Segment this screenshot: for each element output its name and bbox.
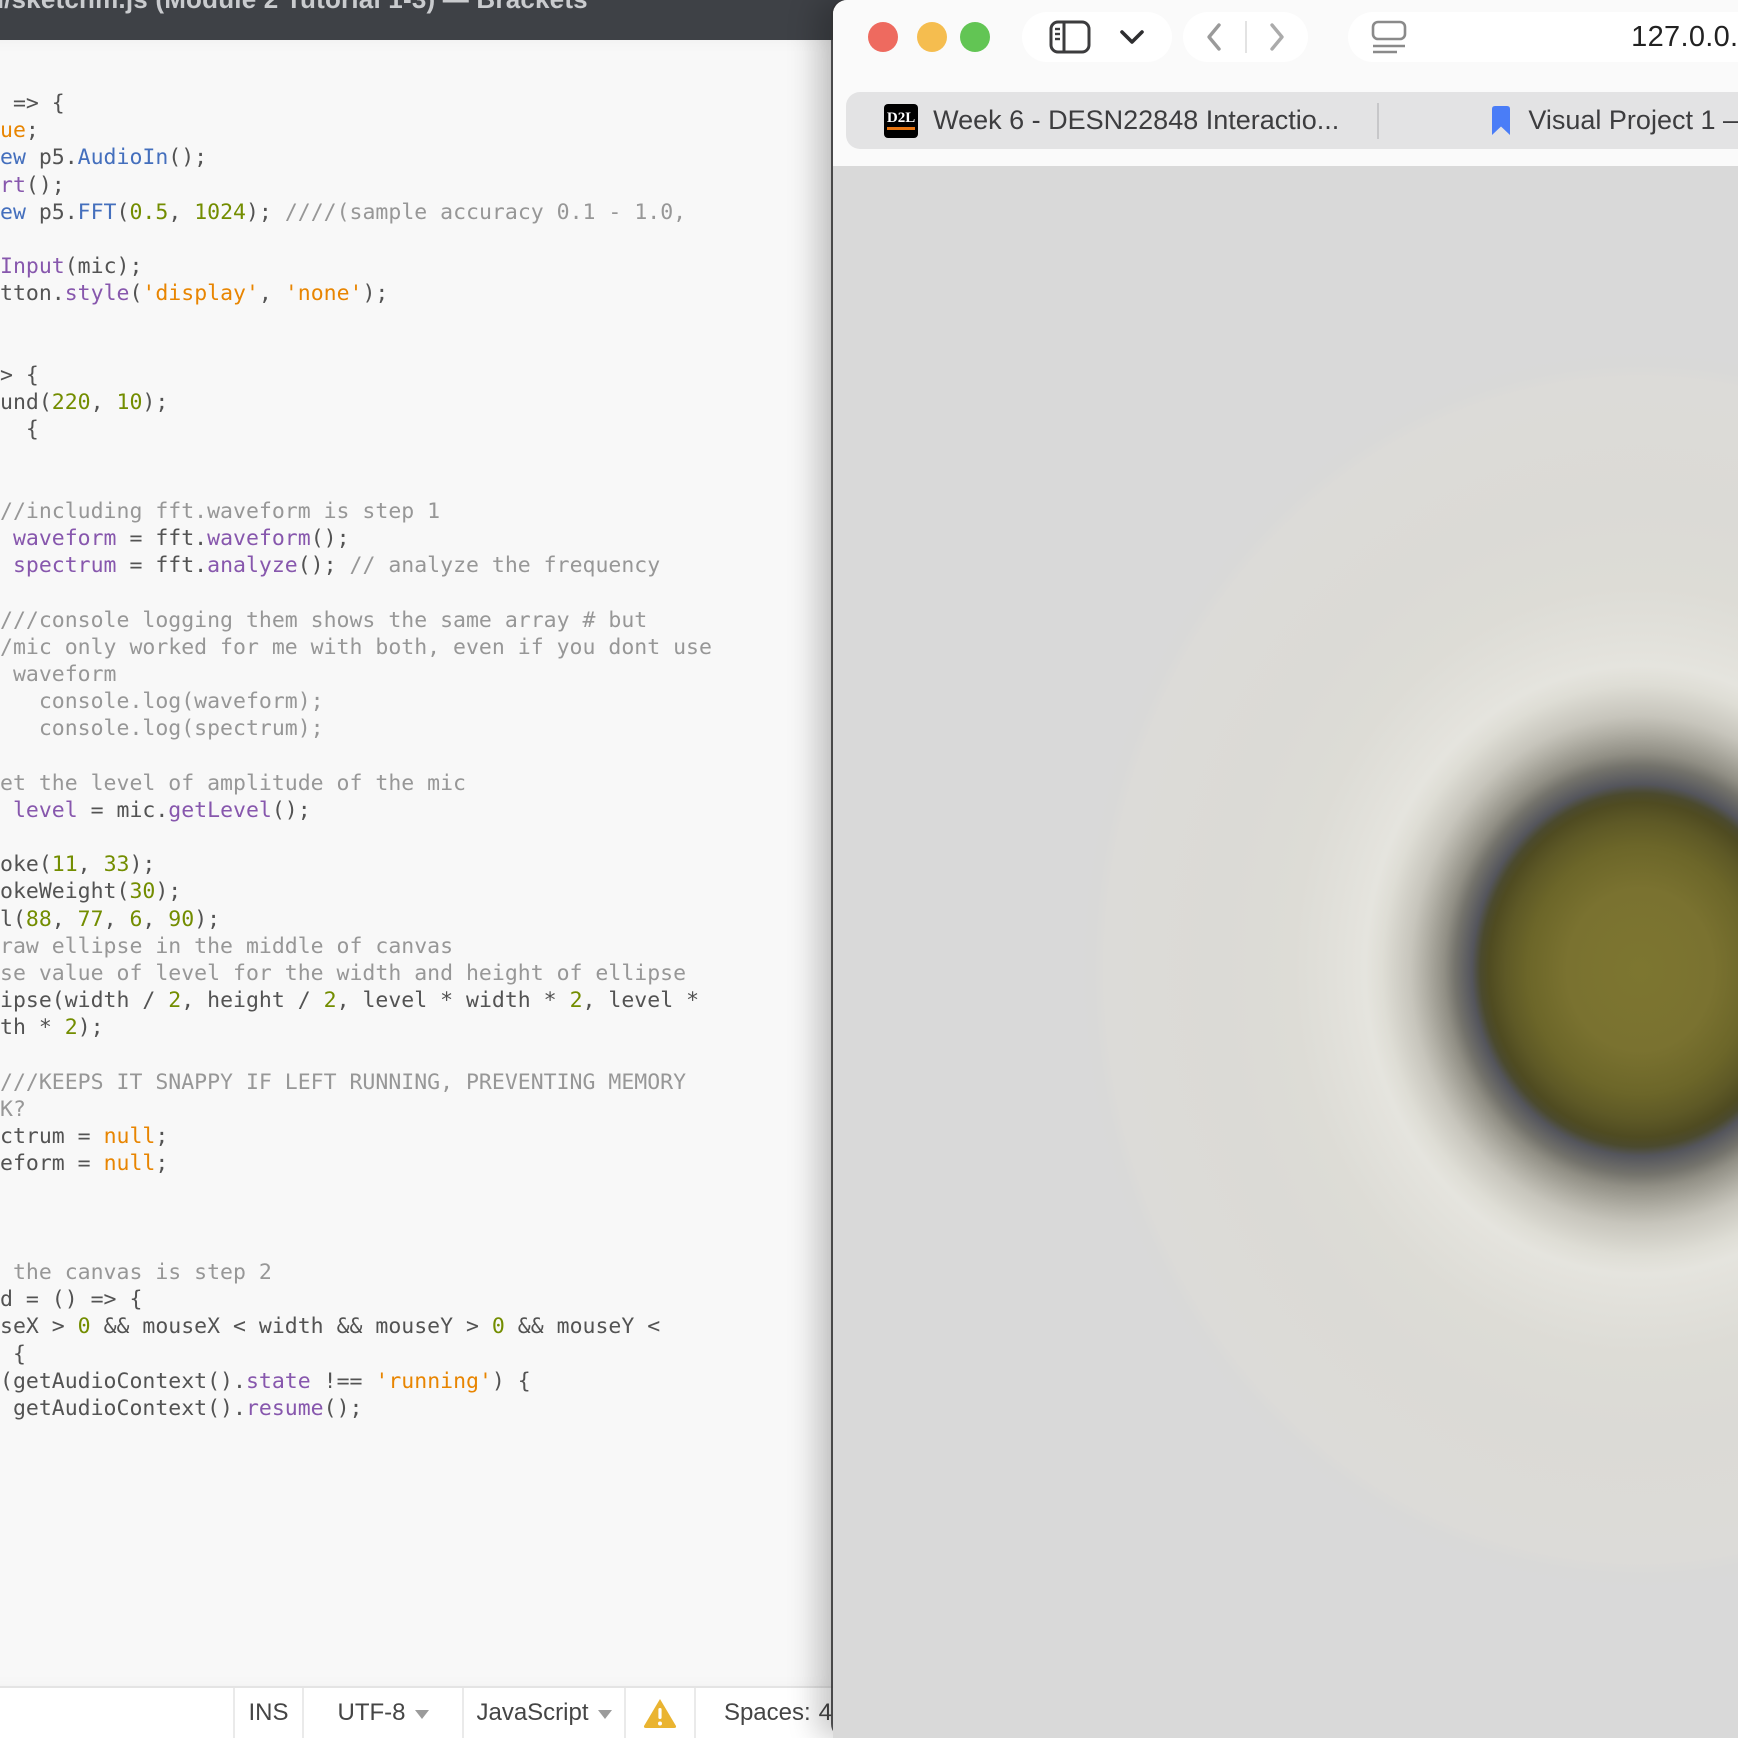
code-line: oke(11, 33); [0, 851, 860, 878]
code-line [0, 471, 860, 498]
code-line [0, 308, 860, 335]
close-button[interactable] [868, 22, 898, 52]
sidebar-toggle-button[interactable] [1049, 20, 1091, 54]
code-line: se value of level for the width and heig… [0, 960, 860, 987]
code-line: the canvas is step 2 [0, 1259, 860, 1286]
code-line [0, 1205, 860, 1232]
bookmark-icon [1489, 105, 1513, 137]
code-line: rt(); [0, 172, 860, 199]
code-line: th * 2); [0, 1014, 860, 1041]
code-line: > { [0, 362, 860, 389]
code-line: waveform = fft.waveform(); [0, 525, 860, 552]
encoding-label: UTF-8 [338, 1699, 406, 1727]
code-line: seX > 0 && mouseX < width && mouseY > 0 … [0, 1313, 860, 1340]
code-line [0, 335, 860, 362]
code-line [0, 1232, 860, 1259]
language-label: JavaScript [476, 1699, 588, 1727]
code-line: eform = null; [0, 1150, 860, 1177]
navigation-pill [1183, 12, 1308, 62]
p5js-canvas-artwork[interactable] [833, 166, 1738, 1738]
code-line: /mic only worked for me with both, even … [0, 634, 860, 661]
tab-label: Visual Project 1 – [1528, 105, 1738, 136]
code-line [0, 1178, 860, 1205]
code-line: und(220, 10); [0, 389, 860, 416]
warning-triangle-icon [642, 1697, 678, 1729]
code-line: ew p5.FFT(0.5, 1024); ////(sample accura… [0, 199, 860, 226]
code-line: waveform [0, 661, 860, 688]
code-editor[interactable]: => {ue;ew p5.AudioIn();rt();ew p5.FFT(0.… [0, 40, 860, 1688]
code-line: //including fft.waveform is step 1 [0, 498, 860, 525]
tab-strip: D2L Week 6 - DESN22848 Interactio... Vis… [846, 92, 1738, 149]
code-line: spectrum = fft.analyze(); // analyze the… [0, 552, 860, 579]
tab-label: Week 6 - DESN22848 Interactio... [933, 105, 1339, 136]
address-bar[interactable]: 127.0.0.1 [1348, 12, 1738, 62]
code-line [0, 226, 860, 253]
code-line [0, 579, 860, 606]
window-title: n/sketchm.js (Module 2 Tutorial 1-3) — B… [0, 0, 588, 15]
sidebar-icon [1049, 20, 1091, 54]
chevron-down-icon [598, 1710, 612, 1719]
nav-divider [1245, 21, 1247, 53]
d2l-favicon: D2L [884, 104, 918, 138]
code-line: (getAudioContext().state !== 'running') … [0, 1368, 860, 1395]
code-line: et the level of amplitude of the mic [0, 770, 860, 797]
minimize-button[interactable] [917, 22, 947, 52]
code-line: { [0, 416, 860, 443]
forward-icon [1268, 22, 1286, 52]
code-line: console.log(waveform); [0, 688, 860, 715]
sidebar-pill [1022, 12, 1172, 62]
code-line: getAudioContext().resume(); [0, 1395, 860, 1422]
back-button[interactable] [1205, 22, 1223, 52]
code-line: level = mic.getLevel(); [0, 797, 860, 824]
language-selector[interactable]: JavaScript [462, 1688, 624, 1738]
insert-mode-indicator[interactable]: INS [233, 1688, 302, 1738]
code-line: ipse(width / 2, height / 2, level * widt… [0, 987, 860, 1014]
brackets-window: n/sketchm.js (Module 2 Tutorial 1-3) — B… [0, 0, 860, 1738]
encoding-selector[interactable]: UTF-8 [302, 1688, 462, 1738]
tab-visual-project[interactable]: Visual Project 1 – [1379, 92, 1738, 149]
code-line: K? [0, 1096, 860, 1123]
code-line: Input(mic); [0, 253, 860, 280]
code-line: ue; [0, 117, 860, 144]
code-line: { [0, 1341, 860, 1368]
brackets-titlebar[interactable]: n/sketchm.js (Module 2 Tutorial 1-3) — B… [0, 0, 860, 40]
lint-warning-button[interactable] [624, 1688, 694, 1738]
code-line: console.log(spectrum); [0, 715, 860, 742]
zoom-button[interactable] [960, 22, 990, 52]
code-line: raw ellipse in the middle of canvas [0, 933, 860, 960]
code-line: l(88, 77, 6, 90); [0, 906, 860, 933]
code-line: ///console logging them shows the same a… [0, 607, 860, 634]
brackets-statusbar: INS UTF-8 JavaScript Spaces: 4 [0, 1686, 860, 1738]
statusbar-spacer [0, 1688, 233, 1738]
insert-mode-label: INS [248, 1699, 288, 1727]
code-line: ew p5.AudioIn(); [0, 144, 860, 171]
chevron-down-icon [1119, 29, 1145, 45]
code-line [0, 743, 860, 770]
code-line: d = () => { [0, 1286, 860, 1313]
code-line: => { [0, 90, 860, 117]
code-line [0, 824, 860, 851]
url-text: 127.0.0.1 [1348, 21, 1738, 54]
code-line [0, 443, 860, 470]
safari-window: 127.0.0.1 D2L Week 6 - DESN22848 Interac… [833, 0, 1738, 1738]
code-line: ///KEEPS IT SNAPPY IF LEFT RUNNING, PREV… [0, 1069, 860, 1096]
code-line: okeWeight(30); [0, 878, 860, 905]
spaces-label: Spaces: [724, 1699, 811, 1727]
code-line: tton.style('display', 'none'); [0, 280, 860, 307]
spaces-value: 4 [819, 1699, 832, 1727]
tab-group-menu-button[interactable] [1119, 29, 1145, 45]
safari-toolbar: 127.0.0.1 D2L Week 6 - DESN22848 Interac… [833, 0, 1738, 166]
code-line [0, 1042, 860, 1069]
back-icon [1205, 22, 1223, 52]
chevron-down-icon [415, 1710, 429, 1719]
tab-week6-d2l[interactable]: D2L Week 6 - DESN22848 Interactio... [846, 92, 1377, 149]
forward-button[interactable] [1268, 22, 1286, 52]
code-line: ctrum = null; [0, 1123, 860, 1150]
